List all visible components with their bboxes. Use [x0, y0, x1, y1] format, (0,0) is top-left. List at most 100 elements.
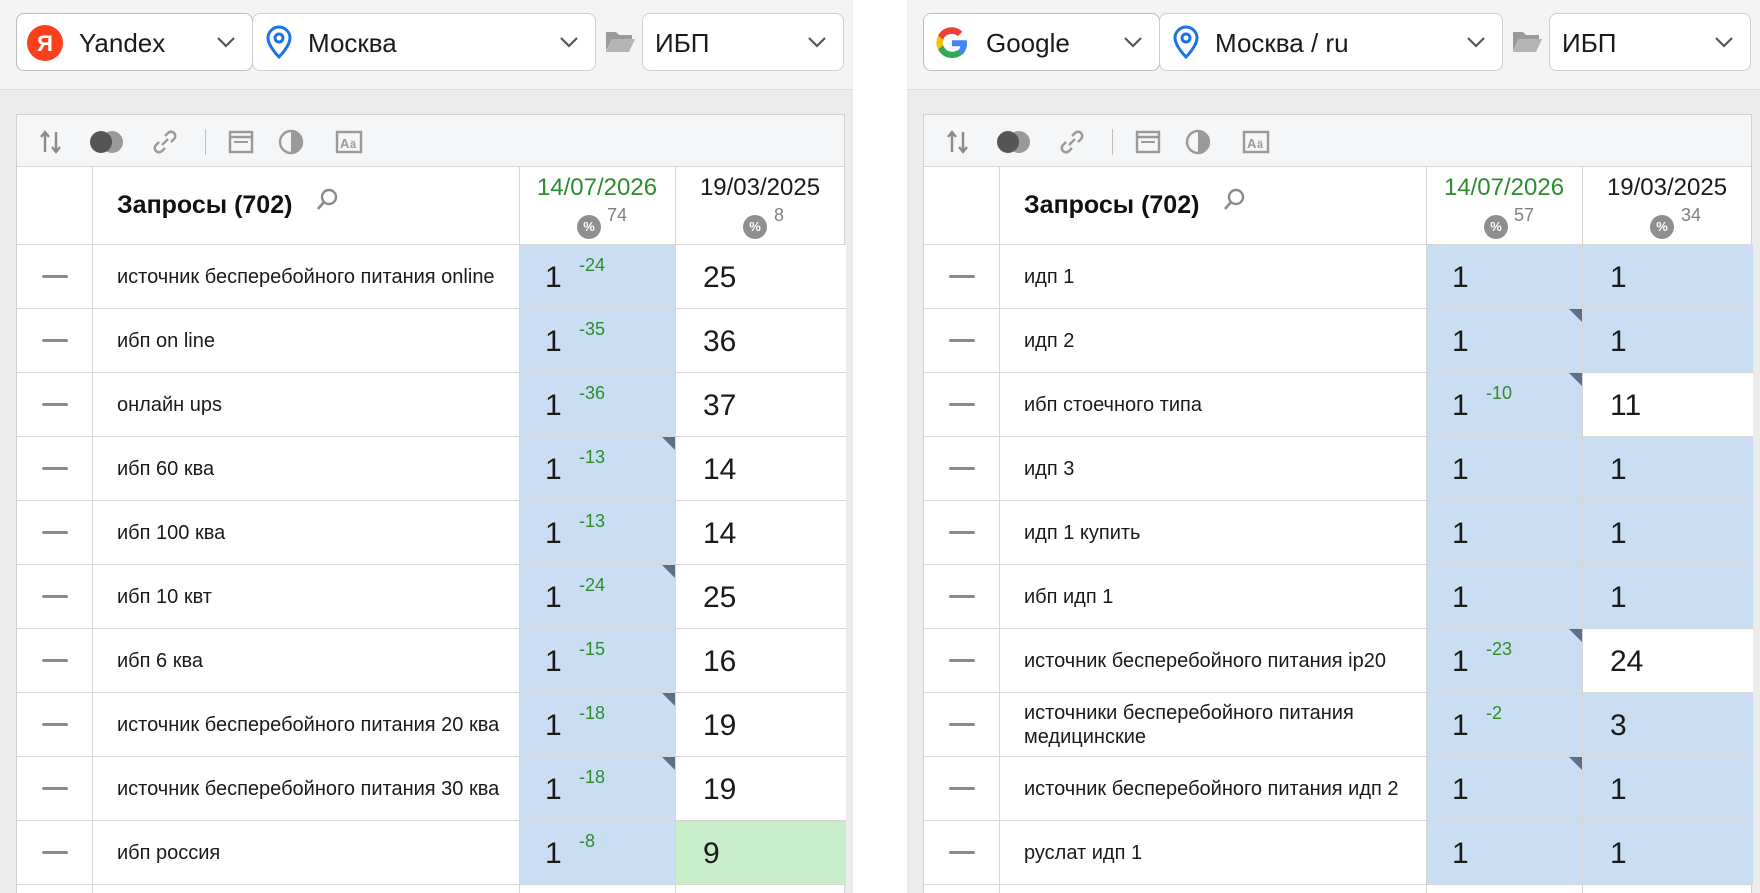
row-collapse-dash-icon[interactable] [42, 467, 68, 470]
row-collapse-dash-icon[interactable] [949, 723, 975, 726]
previous-position-cell[interactable]: 1 [1582, 501, 1753, 564]
row-collapse-dash-icon[interactable] [42, 595, 68, 598]
date-column-previous[interactable]: 19/03/2025 [1589, 174, 1745, 202]
current-position-cell[interactable]: 1 [1426, 245, 1582, 308]
table-row[interactable]: ибп россия 1 -8 9 [17, 821, 846, 885]
previous-position-cell[interactable]: 24 [1582, 629, 1753, 692]
row-collapse-dash-icon[interactable] [42, 531, 68, 534]
previous-position-cell[interactable]: 25 [675, 565, 846, 628]
row-collapse-dash-icon[interactable] [949, 595, 975, 598]
window-icon[interactable] [1134, 128, 1162, 156]
current-position-cell[interactable]: 1 -13 [519, 501, 675, 564]
engine-select[interactable]: Я Yandex [16, 13, 253, 71]
engine-select[interactable]: Google [923, 13, 1160, 71]
previous-position-cell[interactable]: 36 [675, 309, 846, 372]
table-row[interactable]: ибп идп 1 1 1 [924, 565, 1753, 629]
row-collapse-dash-icon[interactable] [949, 467, 975, 470]
current-position-cell[interactable]: 1 -18 [519, 693, 675, 756]
previous-position-cell[interactable]: 16 [675, 629, 846, 692]
current-position-cell[interactable]: 1 -8 [519, 821, 675, 884]
sort-icon[interactable] [37, 128, 65, 156]
row-collapse-dash-icon[interactable] [42, 851, 68, 854]
row-collapse-dash-icon[interactable] [42, 275, 68, 278]
project-select[interactable]: ИБП [1549, 13, 1751, 71]
row-collapse-dash-icon[interactable] [949, 339, 975, 342]
previous-position-cell[interactable]: 19 [675, 757, 846, 820]
row-collapse-dash-icon[interactable] [949, 659, 975, 662]
table-row[interactable]: источник бесперебойного питания идп 2 1 1 [924, 757, 1753, 821]
current-position-cell[interactable]: 1 [1426, 309, 1582, 372]
date-column-previous[interactable]: 19/03/2025 [682, 174, 838, 202]
table-row[interactable]: источник бесперебойного питания 30 ква 1-… [17, 757, 846, 821]
table-row[interactable]: ибп 60 ква 1 -13 14 [17, 437, 846, 501]
table-row[interactable]: источник бесперебойного питания ip20 1 -23… [924, 629, 1753, 693]
table-row[interactable]: ибп стоечного типа 1 -10 11 [924, 373, 1753, 437]
search-icon[interactable] [315, 187, 339, 213]
previous-position-cell[interactable]: 1 [1582, 565, 1753, 628]
previous-position-cell[interactable]: 14 [675, 501, 846, 564]
current-position-cell[interactable]: 1 [1426, 437, 1582, 500]
region-select[interactable]: Москва [252, 13, 596, 71]
link-icon[interactable] [1058, 128, 1086, 156]
previous-position-cell[interactable]: 1 [1582, 437, 1753, 500]
current-position-cell[interactable]: 1 -2 [1426, 693, 1582, 756]
current-position-cell[interactable]: 1 -18 [519, 757, 675, 820]
date-column-current[interactable]: 14/07/2026 [1426, 174, 1582, 202]
table-row[interactable]: идп 1 1 1 [924, 245, 1753, 309]
toggle-icon[interactable] [87, 128, 127, 156]
previous-position-cell[interactable]: 25 [675, 245, 846, 308]
row-collapse-dash-icon[interactable] [949, 851, 975, 854]
table-row[interactable]: онлайн ups 1 -36 37 [17, 373, 846, 437]
table-row[interactable]: источник бесперебойного питания 20 ква 1-… [17, 693, 846, 757]
font-icon[interactable]: Aä [335, 128, 363, 156]
project-select[interactable]: ИБП [642, 13, 844, 71]
previous-position-cell[interactable]: 1 [1582, 245, 1753, 308]
current-position-cell[interactable]: 1 -13 [519, 437, 675, 500]
toggle-icon[interactable] [994, 128, 1034, 156]
previous-position-cell[interactable]: 9 [675, 821, 846, 884]
link-icon[interactable] [151, 128, 179, 156]
row-collapse-dash-icon[interactable] [42, 339, 68, 342]
previous-position-cell[interactable]: 11 [1582, 373, 1753, 436]
window-icon[interactable] [227, 128, 255, 156]
table-row[interactable]: руслат идп 1 1 1 [924, 821, 1753, 885]
current-position-cell[interactable]: 1 -24 [519, 245, 675, 308]
font-icon[interactable]: Aä [1242, 128, 1270, 156]
row-collapse-dash-icon[interactable] [949, 275, 975, 278]
row-collapse-dash-icon[interactable] [949, 531, 975, 534]
row-collapse-dash-icon[interactable] [42, 723, 68, 726]
date-column-current[interactable]: 14/07/2026 [519, 174, 675, 202]
current-position-cell[interactable]: 1 -24 [519, 565, 675, 628]
previous-position-cell[interactable]: 19 [675, 693, 846, 756]
row-collapse-dash-icon[interactable] [949, 787, 975, 790]
previous-position-cell[interactable]: 3 [1582, 693, 1753, 756]
previous-position-cell[interactable]: 1 [1582, 309, 1753, 372]
current-position-cell[interactable]: 1 [1426, 501, 1582, 564]
current-position-cell[interactable]: 1 [1426, 757, 1582, 820]
current-position-cell[interactable]: 1 -35 [519, 309, 675, 372]
table-row[interactable]: идп 2 1 1 [924, 309, 1753, 373]
table-row[interactable]: ибп on line 1 -35 36 [17, 309, 846, 373]
current-position-cell[interactable]: 1 -10 [1426, 373, 1582, 436]
current-position-cell[interactable]: 1 -23 [1426, 629, 1582, 692]
current-position-cell[interactable]: 1 [1426, 565, 1582, 628]
table-row[interactable]: ибп 10 квт 1 -24 25 [17, 565, 846, 629]
previous-position-cell[interactable]: 14 [675, 437, 846, 500]
current-position-cell[interactable]: 1 -36 [519, 373, 675, 436]
row-collapse-dash-icon[interactable] [42, 659, 68, 662]
row-collapse-dash-icon[interactable] [949, 403, 975, 406]
table-row[interactable]: источник бесперебойного питания online 1-… [17, 245, 846, 309]
sort-icon[interactable] [944, 128, 972, 156]
table-row[interactable]: идп 1 купить 1 1 [924, 501, 1753, 565]
table-row[interactable]: ибп 100 ква 1 -13 14 [17, 501, 846, 565]
search-icon[interactable] [1222, 187, 1246, 213]
table-row[interactable]: идп 3 1 1 [924, 437, 1753, 501]
current-position-cell[interactable]: 1 -15 [519, 629, 675, 692]
region-select[interactable]: Москва / ru [1159, 13, 1503, 71]
contrast-icon[interactable] [1184, 128, 1212, 156]
previous-position-cell[interactable]: 1 [1582, 757, 1753, 820]
table-row[interactable]: источники бесперебойного питания медицин… [924, 693, 1753, 757]
previous-position-cell[interactable]: 37 [675, 373, 846, 436]
table-row[interactable]: ибп 6 ква 1 -15 16 [17, 629, 846, 693]
contrast-icon[interactable] [277, 128, 305, 156]
